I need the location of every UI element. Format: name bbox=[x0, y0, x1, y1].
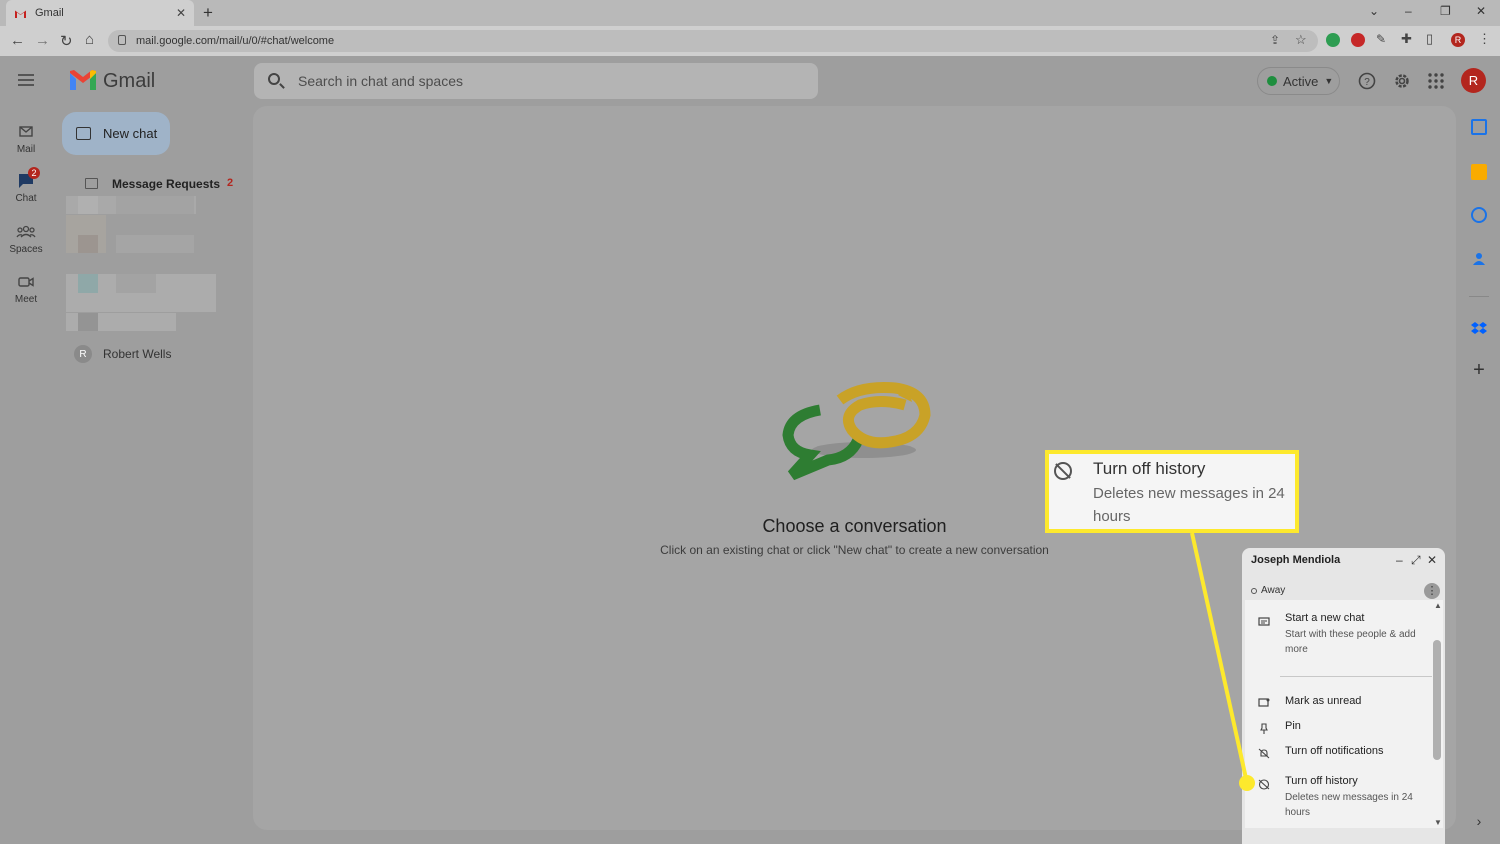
blurred-text bbox=[116, 235, 194, 253]
callout-description: Deletes new messages in 24 hours bbox=[1093, 485, 1285, 525]
browser-tab-bar bbox=[0, 0, 1500, 26]
back-icon[interactable]: ← bbox=[10, 32, 25, 49]
keep-icon[interactable] bbox=[1471, 164, 1487, 180]
menu-divider bbox=[1280, 676, 1432, 677]
rail-mail[interactable]: Mail bbox=[5, 124, 47, 155]
new-tab-button[interactable]: + bbox=[203, 3, 213, 23]
rail-spaces-label: Spaces bbox=[9, 244, 43, 255]
calendar-icon[interactable] bbox=[1471, 119, 1487, 135]
callout-pointer-dot bbox=[1239, 775, 1255, 791]
new-chat-menu-icon bbox=[1258, 615, 1270, 626]
share-icon[interactable]: ⇪ bbox=[1270, 33, 1280, 47]
active-status-dot bbox=[1267, 76, 1277, 86]
grammarly-extension-icon[interactable] bbox=[1326, 33, 1340, 47]
menu-turn-off-notifications[interactable]: Turn off notifications bbox=[1285, 745, 1383, 757]
rail-meet-label: Meet bbox=[14, 294, 38, 305]
lock-icon[interactable] bbox=[118, 35, 126, 45]
browser-menu-icon[interactable]: ⋮ bbox=[1478, 31, 1491, 47]
rail-chat[interactable]: Chat bbox=[5, 173, 47, 204]
notifications-off-icon bbox=[1258, 746, 1270, 759]
account-avatar[interactable]: R bbox=[1461, 68, 1486, 93]
window-close-icon[interactable]: ✕ bbox=[1476, 4, 1486, 18]
bookmark-star-icon[interactable]: ☆ bbox=[1295, 32, 1307, 48]
rail-meet[interactable]: Meet bbox=[5, 274, 47, 305]
tab-title: Gmail bbox=[35, 7, 64, 19]
gmail-favicon-icon bbox=[14, 8, 27, 18]
status-label: Active bbox=[1283, 73, 1319, 89]
gmail-logo-icon[interactable] bbox=[70, 70, 96, 90]
menu-mark-as-unread[interactable]: Mark as unread bbox=[1285, 695, 1361, 707]
menu-turn-off-history[interactable]: Turn off history bbox=[1285, 775, 1358, 787]
tasks-icon[interactable] bbox=[1471, 207, 1487, 223]
scroll-down-icon[interactable]: ▼ bbox=[1434, 818, 1442, 827]
chat-illustration-icon bbox=[780, 380, 940, 485]
message-requests-icon bbox=[85, 178, 98, 189]
apps-grid-icon[interactable] bbox=[1427, 72, 1445, 90]
scroll-up-icon[interactable]: ▲ bbox=[1434, 601, 1442, 610]
contact-robert-wells[interactable]: Robert Wells bbox=[103, 347, 171, 361]
popout-chat-icon[interactable]: ⤢ bbox=[1411, 553, 1421, 568]
maximize-icon[interactable]: ❐ bbox=[1440, 4, 1451, 18]
pen-extension-icon[interactable]: ✎ bbox=[1376, 32, 1386, 46]
search-input[interactable]: Search in chat and spaces bbox=[254, 63, 818, 99]
message-requests-count: 2 bbox=[227, 177, 234, 189]
reload-icon[interactable]: ↻ bbox=[60, 32, 73, 50]
close-chat-icon[interactable]: ✕ bbox=[1427, 553, 1437, 567]
mark-unread-icon bbox=[1258, 696, 1270, 707]
tab-search-icon[interactable]: ⌄ bbox=[1369, 4, 1379, 18]
settings-gear-icon[interactable] bbox=[1393, 72, 1411, 90]
rail-spaces[interactable]: Spaces bbox=[5, 224, 47, 255]
mail-icon bbox=[16, 124, 36, 140]
blurred-avatar bbox=[78, 313, 98, 331]
minimize-chat-icon[interactable]: – bbox=[1396, 553, 1403, 567]
callout-title: Turn off history bbox=[1093, 459, 1206, 478]
blurred-text bbox=[116, 274, 156, 293]
right-rail-divider bbox=[1469, 296, 1489, 297]
history-off-icon bbox=[1258, 777, 1270, 790]
expand-panel-icon[interactable]: › bbox=[1471, 813, 1487, 829]
chat-contact-name[interactable]: Joseph Mendiola bbox=[1251, 554, 1340, 566]
dropbox-icon[interactable] bbox=[1471, 320, 1487, 336]
menu-turn-off-history-desc: Deletes new messages in 24 hours bbox=[1285, 792, 1413, 818]
history-off-icon bbox=[1054, 462, 1072, 480]
menu-scrollbar[interactable] bbox=[1433, 640, 1441, 760]
menu-pin[interactable]: Pin bbox=[1285, 720, 1301, 732]
help-icon[interactable]: ? bbox=[1358, 72, 1376, 90]
minimize-icon[interactable]: – bbox=[1405, 4, 1412, 18]
rail-mail-label: Mail bbox=[16, 144, 36, 155]
add-addon-icon[interactable]: + bbox=[1471, 360, 1487, 380]
blurred-avatar bbox=[78, 274, 98, 293]
forward-icon[interactable]: → bbox=[35, 32, 50, 49]
menu-start-new-chat[interactable]: Start a new chat bbox=[1285, 612, 1365, 624]
meet-icon bbox=[16, 274, 36, 290]
rail-chat-label: Chat bbox=[15, 193, 37, 204]
new-chat-icon bbox=[76, 127, 91, 140]
blurred-avatar bbox=[78, 196, 98, 214]
blurred-text bbox=[116, 196, 194, 214]
extensions-puzzle-icon[interactable]: ✚ bbox=[1401, 31, 1412, 47]
contact-avatar: R bbox=[74, 345, 92, 363]
address-bar[interactable]: mail.google.com/mail/u/0/#chat/welcome bbox=[108, 30, 1318, 52]
menu-start-new-chat-desc: Start with these people & add more bbox=[1285, 629, 1416, 655]
main-menu-icon[interactable] bbox=[18, 74, 34, 86]
chat-status: Away bbox=[1261, 585, 1286, 596]
chevron-down-icon: ▼ bbox=[1324, 76, 1334, 86]
browser-tab[interactable]: Gmail ✕ bbox=[6, 0, 194, 26]
more-options-icon[interactable]: ⋮ bbox=[1424, 583, 1440, 599]
contacts-icon[interactable] bbox=[1471, 251, 1487, 267]
gmail-wordmark[interactable]: Gmail bbox=[103, 70, 155, 93]
blurred-avatar bbox=[78, 235, 98, 253]
tab-close-icon[interactable]: ✕ bbox=[176, 6, 186, 20]
away-status-dot bbox=[1251, 588, 1257, 594]
spaces-icon bbox=[16, 224, 36, 240]
svg-text:?: ? bbox=[1364, 77, 1370, 88]
extension-badge-icon[interactable] bbox=[1351, 33, 1365, 47]
pin-icon bbox=[1258, 721, 1270, 734]
profile-avatar-icon[interactable]: R bbox=[1451, 33, 1465, 47]
search-icon[interactable] bbox=[268, 73, 280, 85]
message-requests-link[interactable]: Message Requests bbox=[112, 177, 220, 191]
home-icon[interactable]: ⌂ bbox=[85, 31, 94, 48]
side-panel-icon[interactable]: ▯ bbox=[1426, 31, 1433, 47]
chat-unread-badge: 2 bbox=[28, 167, 40, 179]
